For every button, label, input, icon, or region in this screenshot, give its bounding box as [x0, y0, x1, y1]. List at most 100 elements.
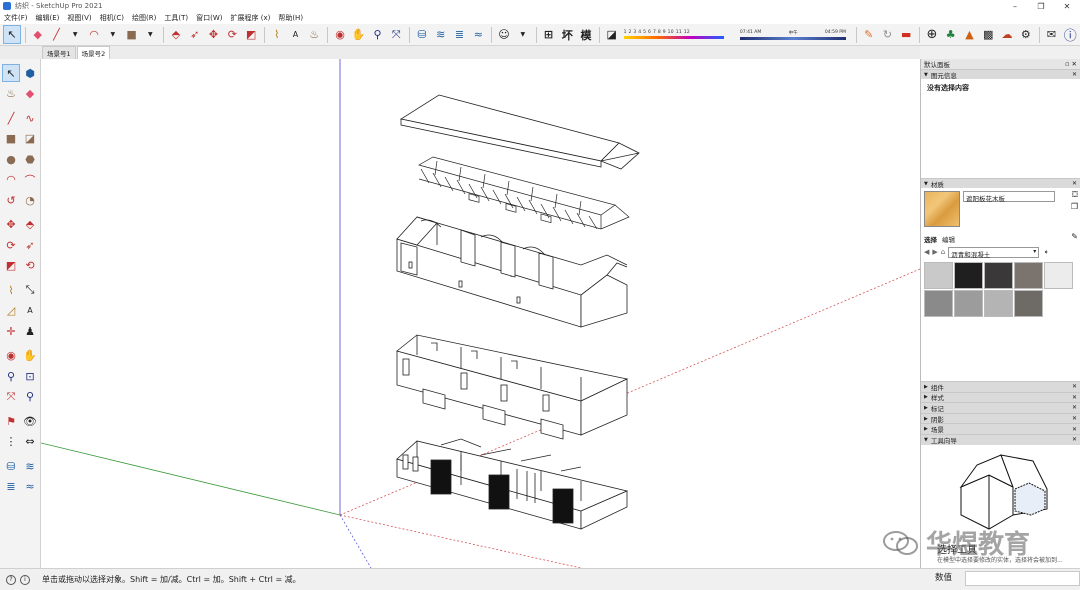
plugin-orange-icon[interactable]: ✎ — [860, 25, 878, 44]
tab-scene-2[interactable]: 场景号2 — [76, 46, 111, 59]
default-material-icon[interactable]: ⛋ — [1072, 190, 1078, 200]
material-swatch[interactable] — [924, 290, 953, 317]
material-swatch[interactable] — [1014, 290, 1043, 317]
home-icon[interactable]: ⌂ — [941, 248, 945, 256]
shadow-date-slider[interactable]: 1 2 3 4 5 6 7 8 9 10 11 12 — [623, 25, 734, 45]
menu-file[interactable]: 文件(F) — [0, 13, 32, 23]
section-plane-icon[interactable]: ⇔ — [21, 433, 39, 451]
layout-icon[interactable]: ≣ — [451, 25, 469, 44]
sandbox-icon[interactable]: ▲ — [961, 25, 979, 44]
zoom-tool-icon[interactable]: ⚲ — [2, 367, 20, 385]
instructor-header[interactable]: ▼ 工具向导 ✕ — [921, 433, 1080, 445]
walk-tool-icon[interactable]: ⋮ — [2, 433, 20, 451]
menu-window[interactable]: 窗口(W) — [192, 13, 226, 23]
menu-draw[interactable]: 绘图(R) — [128, 13, 160, 23]
eraser-tool-icon[interactable]: ◆ — [29, 25, 47, 44]
tags-header[interactable]: ▶ 标记 ✕ — [921, 402, 1080, 413]
modeling-viewport[interactable] — [41, 59, 920, 568]
move-tool-icon[interactable]: ✥ — [2, 216, 20, 234]
offset-tool-icon[interactable]: ⟲ — [21, 257, 39, 275]
menu-help[interactable]: 帮助(H) — [274, 13, 307, 23]
zoom-window-icon[interactable]: ⊡ — [21, 367, 39, 385]
rotate-tool-icon[interactable]: ⟳ — [223, 25, 241, 44]
paint-bucket-icon[interactable]: ♨ — [305, 25, 323, 44]
tape-measure-icon[interactable]: ⌇ — [2, 281, 20, 299]
axes-tool-icon[interactable]: ✛ — [2, 322, 20, 340]
tape-measure-icon[interactable]: ⌇ — [268, 25, 286, 44]
circle-tool-icon[interactable]: ● — [2, 150, 20, 168]
follow-me-icon[interactable]: ➶ — [21, 236, 39, 254]
scale-tool-icon[interactable]: ◩ — [242, 25, 260, 44]
scale-tool-icon[interactable]: ◩ — [2, 257, 20, 275]
arc-tool-icon[interactable]: ◠ — [2, 171, 20, 189]
shadows-header[interactable]: ▶ 阴影 ✕ — [921, 412, 1080, 424]
close-icon[interactable]: ✕ — [1072, 415, 1077, 422]
material-swatch[interactable] — [984, 290, 1013, 317]
menu-edit[interactable]: 编辑(E) — [32, 13, 64, 23]
mail-icon[interactable]: ✉ — [1043, 25, 1061, 44]
rotate-tool-icon[interactable]: ⟳ — [2, 236, 20, 254]
material-swatch[interactable] — [984, 262, 1013, 289]
material-swatch[interactable] — [1044, 262, 1073, 289]
materials-header[interactable]: ▼ 材质 ✕ — [921, 178, 1080, 189]
close-icon[interactable]: ✕ — [1072, 436, 1077, 443]
dimension-tool-icon[interactable]: ⤡ — [21, 281, 39, 299]
extension-warehouse-icon[interactable]: ≋ — [432, 25, 450, 44]
geolocation-icon[interactable]: ? — [6, 574, 16, 585]
push-pull-icon[interactable]: ⬘ — [21, 216, 39, 234]
measurements-input[interactable] — [965, 571, 1080, 586]
dropdown-arrow-icon[interactable]: ▼ — [104, 25, 122, 44]
pie-tool-icon[interactable]: ◔ — [21, 191, 39, 209]
close-icon[interactable]: ✕ — [1072, 180, 1077, 187]
user-account-icon[interactable]: ☺ — [495, 25, 513, 44]
maximize-button[interactable]: ❐ — [1028, 0, 1054, 12]
three-point-arc-icon[interactable]: ↺ — [2, 191, 20, 209]
shadow-time-slider[interactable]: 07:41 AM 中午 04:59 PM — [739, 25, 846, 45]
menu-extensions[interactable]: 扩展程序 (x) — [226, 13, 274, 23]
menu-view[interactable]: 视图(V) — [63, 13, 95, 23]
back-arrow-icon[interactable]: ◀ — [924, 248, 929, 256]
line-tool-icon[interactable]: ╱ — [48, 25, 66, 44]
close-button[interactable]: ✕ — [1054, 0, 1080, 12]
rectangle-tool-icon[interactable]: ■ — [2, 130, 20, 148]
pan-tool-icon[interactable]: ✋ — [350, 25, 368, 44]
minimize-button[interactable]: – — [1002, 0, 1028, 12]
plugin-grid-button[interactable]: ⊞ — [540, 25, 558, 44]
extension-warehouse-icon[interactable]: ≋ — [21, 457, 39, 475]
add-plus-icon[interactable]: ⊕ — [923, 25, 941, 44]
components-header[interactable]: ▶ 组件 ✕ — [921, 381, 1080, 392]
zoom-tool-icon[interactable]: ⚲ — [369, 25, 387, 44]
dropdown-arrow-icon[interactable]: ▼ — [141, 25, 159, 44]
entity-info-header[interactable]: ▼ 图元信息 ✕ — [921, 69, 1080, 80]
pan-tool-icon[interactable]: ✋ — [21, 347, 39, 365]
share-model-icon[interactable]: ≈ — [469, 25, 487, 44]
warehouse-icon[interactable]: ⛁ — [413, 25, 431, 44]
shape-tool-icon[interactable]: ■ — [123, 25, 141, 44]
two-point-arc-icon[interactable]: ⌒ — [21, 171, 39, 189]
material-name-field[interactable]: 遮阳板花木板 — [963, 191, 1055, 203]
material-swatch[interactable] — [954, 262, 983, 289]
select-tool-icon[interactable]: ↖ — [3, 25, 21, 44]
current-material-swatch[interactable] — [924, 191, 960, 227]
previous-view-icon[interactable]: ⚲ — [21, 388, 39, 406]
component-tool-icon[interactable]: ⬢ — [21, 64, 39, 82]
paint-bucket-icon[interactable]: ♨ — [2, 85, 20, 103]
credits-info-icon[interactable]: i — [20, 574, 30, 585]
text-tool-icon[interactable]: A — [287, 25, 305, 44]
text-tool-icon[interactable]: A — [21, 302, 39, 320]
push-pull-icon[interactable]: ⬘ — [167, 25, 185, 44]
polygon-tool-icon[interactable]: ⬣ — [21, 150, 39, 168]
close-icon[interactable]: ✕ — [1072, 71, 1077, 78]
tab-scene-1[interactable]: 场景号1 — [42, 46, 76, 59]
zoom-extents-icon[interactable]: ⤧ — [387, 25, 405, 44]
protractor-tool-icon[interactable]: ◿ — [2, 302, 20, 320]
scenes-header[interactable]: ▶ 场景 ✕ — [921, 423, 1080, 434]
eyedropper-icon[interactable]: ✎ — [1071, 232, 1078, 241]
tray-pin-close[interactable]: ▫ ✕ — [1065, 60, 1077, 68]
material-swatch[interactable] — [1014, 262, 1043, 289]
eraser-tool-icon[interactable]: ◆ — [21, 85, 39, 103]
menu-tools[interactable]: 工具(T) — [160, 13, 192, 23]
close-icon[interactable]: ✕ — [1072, 394, 1077, 401]
library-select[interactable]: 沥青和混凝土 ▾ — [948, 246, 1040, 259]
close-icon[interactable]: ✕ — [1072, 404, 1077, 411]
